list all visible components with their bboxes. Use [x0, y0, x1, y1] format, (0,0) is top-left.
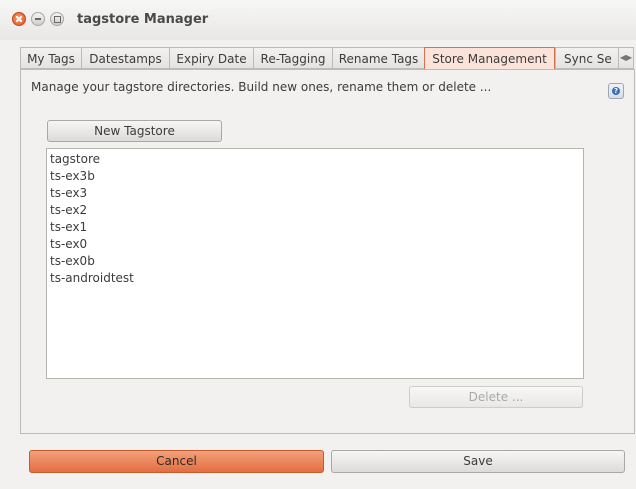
list-item[interactable]: ts-androidtest	[50, 270, 580, 287]
list-item[interactable]: tagstore	[50, 151, 580, 168]
tab-store-management[interactable]: Store Management	[424, 47, 555, 70]
window-title: tagstore Manager	[77, 12, 209, 27]
list-item[interactable]: ts-ex0	[50, 236, 580, 253]
store-management-panel: Manage your tagstore directories. Build …	[20, 69, 635, 434]
tab-expiry-date[interactable]: Expiry Date	[169, 47, 254, 69]
list-item[interactable]: ts-ex2	[50, 202, 580, 219]
list-item[interactable]: ts-ex3	[50, 185, 580, 202]
window-titlebar: tagstore Manager	[0, 0, 636, 40]
help-icon[interactable]: ?	[608, 83, 624, 99]
minimize-icon[interactable]	[31, 12, 45, 26]
cancel-button[interactable]: Cancel	[29, 450, 324, 473]
list-item[interactable]: ts-ex1	[50, 219, 580, 236]
close-icon[interactable]	[12, 12, 26, 26]
tab-re-tagging[interactable]: Re-Tagging	[253, 47, 333, 69]
delete-button[interactable]: Delete ...	[409, 386, 583, 408]
list-item[interactable]: ts-ex3b	[50, 168, 580, 185]
list-item[interactable]: ts-ex0b	[50, 253, 580, 270]
tab-scroll-arrows-icon[interactable]: ◀▶	[618, 47, 634, 69]
tab-my-tags[interactable]: My Tags	[20, 47, 82, 69]
save-button[interactable]: Save	[331, 450, 625, 473]
tab-datestamps[interactable]: Datestamps	[81, 47, 170, 69]
new-tagstore-button[interactable]: New Tagstore	[47, 120, 222, 142]
tab-bar: My Tags Datestamps Expiry Date Re-Taggin…	[20, 47, 636, 70]
panel-description: Manage your tagstore directories. Build …	[31, 80, 492, 94]
tab-sync-settings[interactable]: Sync Se	[555, 47, 619, 69]
tab-rename-tags[interactable]: Rename Tags	[332, 47, 425, 69]
tagstore-list[interactable]: tagstore ts-ex3b ts-ex3 ts-ex2 ts-ex1 ts…	[46, 148, 584, 379]
maximize-icon[interactable]	[50, 12, 64, 26]
